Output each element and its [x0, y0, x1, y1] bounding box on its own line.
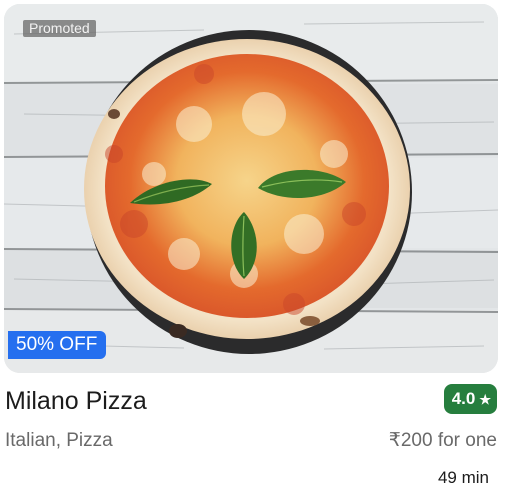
price-for-one: ₹200 for one: [388, 430, 497, 451]
restaurant-name[interactable]: Milano Pizza: [5, 386, 147, 416]
promoted-badge: Promoted: [23, 20, 96, 37]
restaurant-image[interactable]: Promoted 50% OFF: [4, 4, 498, 373]
star-icon: ★: [479, 391, 491, 407]
delivery-time: 49 min: [437, 468, 489, 487]
offer-tag: 50% OFF: [8, 331, 107, 359]
rating-value: 4.0: [451, 389, 476, 408]
restaurant-card[interactable]: Promoted 50% OFF Milano Pizza 4.0 ★ Ital…: [0, 0, 510, 502]
rating-badge: 4.0 ★: [443, 384, 497, 414]
pizza-photo: [4, 4, 498, 373]
cuisine-list: Italian, Pizza: [5, 430, 113, 451]
